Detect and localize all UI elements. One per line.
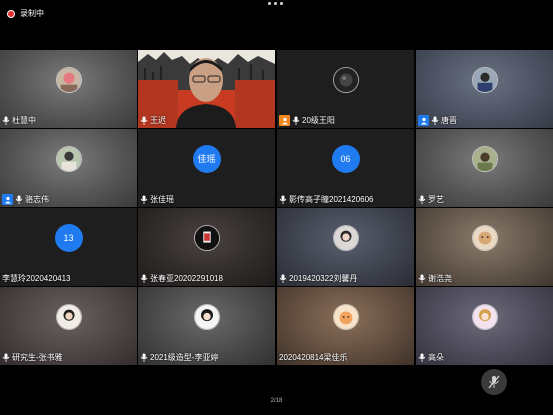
top-bar: 录制中 (0, 0, 553, 28)
mic-muted-icon[interactable] (481, 369, 507, 395)
participant-name: 罗艺 (428, 195, 444, 204)
participant-tile[interactable]: 罗艺 (416, 129, 553, 207)
participant-tile-video[interactable]: 王迟 (138, 50, 275, 128)
participant-name: 2019420322刘馨丹 (289, 274, 358, 283)
mic-icon (140, 353, 148, 362)
participant-tile[interactable]: 20级王阳 (277, 50, 414, 128)
avatar (55, 66, 82, 93)
avatar (193, 303, 220, 330)
participant-tile[interactable]: 张春亚20202291018 (138, 208, 275, 286)
participant-label: 2020420814梁佳乐 (279, 352, 348, 363)
participant-label: 罗艺 (418, 194, 444, 205)
participant-label: 张春亚20202291018 (140, 273, 223, 284)
mic-icon (279, 274, 287, 283)
avatar (471, 224, 498, 251)
participant-tile[interactable]: 骆志伟 (0, 129, 137, 207)
participant-tile[interactable]: 13 李慧玲2020420413 (0, 208, 137, 286)
participant-name: 20级王阳 (302, 116, 335, 125)
participant-name: 2020420814梁佳乐 (279, 353, 348, 362)
avatar (332, 303, 359, 330)
participant-tile[interactable]: 06 影传高子瞳2021420606 (277, 129, 414, 207)
participant-label: 李慧玲2020420413 (2, 273, 71, 284)
participant-tile[interactable]: 杜慧中 (0, 50, 137, 128)
participant-name: 高朵 (428, 353, 444, 362)
avatar (471, 303, 498, 330)
participant-tile[interactable]: 谢浩尧 (416, 208, 553, 286)
avatar (332, 66, 359, 93)
participant-label: 骆志伟 (2, 194, 49, 205)
participant-name: 张春亚20202291018 (150, 274, 223, 283)
recording-indicator: 录制中 (7, 8, 44, 19)
mic-icon (418, 274, 426, 283)
participant-label: 张佳瑶 (140, 194, 174, 205)
participant-tile[interactable]: 2019420322刘馨丹 (277, 208, 414, 286)
host-icon (279, 115, 290, 126)
participant-label: 高朵 (418, 352, 444, 363)
participant-name: 王迟 (150, 116, 166, 125)
host-icon (418, 115, 429, 126)
mic-icon (140, 116, 148, 125)
participant-name: 研究生-张书雅 (12, 353, 63, 362)
participant-label: 杜慧中 (2, 115, 36, 126)
participant-label: 王迟 (140, 115, 166, 126)
initials-avatar: 佳瑶 (192, 144, 221, 173)
mic-icon (292, 116, 300, 125)
participant-tile[interactable]: 高朵 (416, 287, 553, 365)
host-icon (2, 194, 13, 205)
avatar (55, 303, 82, 330)
initials-avatar: 06 (331, 144, 360, 173)
avatar (332, 224, 359, 251)
mic-icon (140, 274, 148, 283)
mic-icon (140, 195, 148, 204)
participant-tile[interactable]: 2020420814梁佳乐 (277, 287, 414, 365)
avatar (55, 145, 82, 172)
mic-icon (418, 195, 426, 204)
participant-label: 20级王阳 (279, 115, 335, 126)
participant-label: 研究生-张书雅 (2, 352, 63, 363)
participant-name: 张佳瑶 (150, 195, 174, 204)
mic-icon (15, 195, 23, 204)
participant-name: 李慧玲2020420413 (2, 274, 71, 283)
initials-avatar: 13 (54, 223, 83, 252)
record-icon (7, 9, 15, 18)
participant-label: 唐晋 (418, 115, 457, 126)
mic-icon (2, 353, 10, 362)
participant-tile[interactable]: 佳瑶 张佳瑶 (138, 129, 275, 207)
participant-name: 杜慧中 (12, 116, 36, 125)
avatar (471, 66, 498, 93)
participant-name: 唐晋 (441, 116, 457, 125)
mic-icon (279, 195, 287, 204)
participant-name: 骆志伟 (25, 195, 49, 204)
participant-name: 2021级造型-李亚婷 (150, 353, 219, 362)
page-indicator: 2/18 (270, 398, 283, 404)
participant-tile[interactable]: 2021级造型-李亚婷 (138, 287, 275, 365)
avatar (471, 145, 498, 172)
more-options-icon[interactable] (268, 2, 283, 5)
participant-label: 影传高子瞳2021420606 (279, 194, 374, 205)
participant-label: 2021级造型-李亚婷 (140, 352, 218, 363)
avatar (193, 224, 220, 251)
participant-label: 2019420322刘馨丹 (279, 273, 358, 284)
participant-name: 谢浩尧 (428, 274, 452, 283)
mic-icon (2, 116, 10, 125)
participant-label: 谢浩尧 (418, 273, 452, 284)
mic-icon (418, 353, 426, 362)
participant-tile[interactable]: 研究生-张书雅 (0, 287, 137, 365)
participant-tile[interactable]: 唐晋 (416, 50, 553, 128)
recording-label: 录制中 (20, 9, 44, 18)
participant-name: 影传高子瞳2021420606 (289, 195, 374, 204)
mic-icon (431, 116, 439, 125)
